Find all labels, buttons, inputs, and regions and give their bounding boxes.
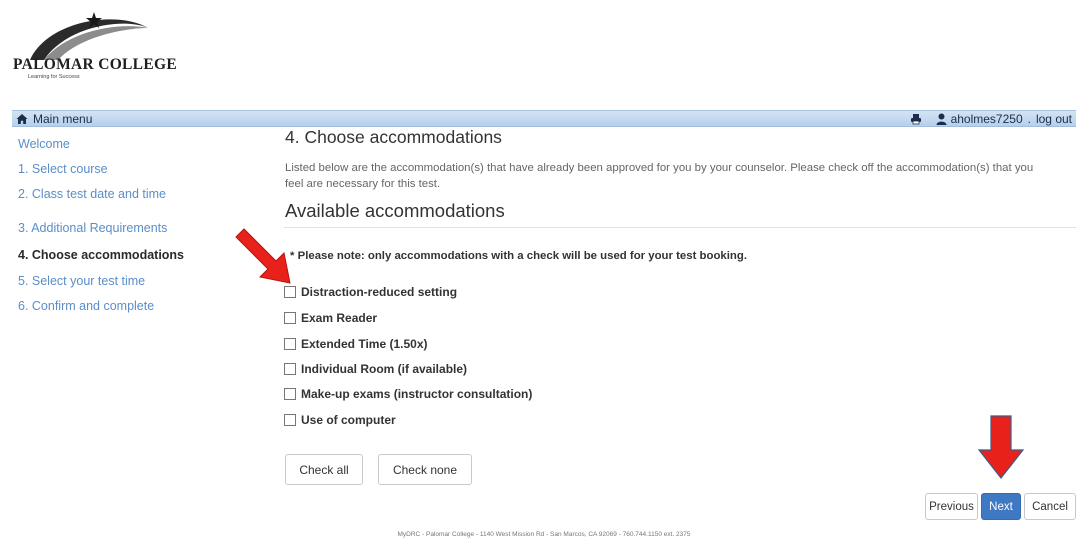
- printer-icon[interactable]: [910, 113, 922, 125]
- sidebar-item-select-test-time[interactable]: 5. Select your test time: [18, 274, 145, 288]
- footer-text: MyDRC - Palomar College - 1140 West Miss…: [397, 531, 691, 538]
- accommodation-label: Make-up exams (instructor consultation): [301, 387, 533, 401]
- accommodation-label: Use of computer: [301, 413, 396, 427]
- accommodation-exam-reader[interactable]: Exam Reader: [284, 311, 377, 325]
- sidebar-item-choose-accommodations[interactable]: 4. Choose accommodations: [18, 248, 184, 262]
- logout-link[interactable]: log out: [1036, 112, 1072, 126]
- footer: MyDRC - Palomar College - 1140 West Miss…: [0, 531, 1076, 538]
- home-icon: [16, 114, 28, 124]
- accommodation-label: Extended Time (1.50x): [301, 337, 428, 351]
- user-icon: [936, 113, 947, 125]
- main-menu-link[interactable]: Main menu: [16, 112, 92, 126]
- sidebar-item-class-test-date[interactable]: 2. Class test date and time: [18, 187, 166, 201]
- checkbox[interactable]: [284, 338, 296, 350]
- logo-tagline: Learning for Success: [28, 74, 80, 80]
- top-navigation-bar: Main menu aholmes7250 . log out: [12, 110, 1076, 127]
- main-menu-label: Main menu: [33, 112, 93, 126]
- accommodation-label: Distraction-reduced setting: [301, 285, 458, 299]
- checkbox[interactable]: [284, 312, 296, 324]
- menu-separator: .: [1027, 112, 1031, 126]
- page-title: 4. Choose accommodations: [285, 127, 502, 147]
- accommodation-use-of-computer[interactable]: Use of computer: [284, 413, 396, 427]
- cancel-button[interactable]: Cancel: [1024, 493, 1076, 520]
- user-menu: aholmes7250 . log out: [910, 112, 1072, 126]
- annotation-arrow-icon: [235, 228, 291, 284]
- checkbox[interactable]: [284, 388, 296, 400]
- accommodation-distraction-reduced[interactable]: Distraction-reduced setting: [284, 285, 457, 299]
- username[interactable]: aholmes7250: [951, 112, 1023, 126]
- section-title: Available accommodations: [285, 200, 505, 221]
- annotation-arrow-icon: [977, 415, 1025, 479]
- accommodation-make-up-exams[interactable]: Make-up exams (instructor consultation): [284, 387, 532, 401]
- accommodation-label: Individual Room (if available): [301, 362, 468, 376]
- check-none-button[interactable]: Check none: [378, 454, 472, 485]
- accommodation-individual-room[interactable]: Individual Room (if available): [284, 362, 467, 376]
- previous-button[interactable]: Previous: [925, 493, 978, 520]
- intro-text: Listed below are the accommodation(s) th…: [285, 162, 1034, 190]
- logo-name: PALOMAR COLLEGE: [13, 56, 177, 73]
- sidebar-item-welcome[interactable]: Welcome: [18, 137, 70, 151]
- palomar-college-logo: PALOMAR COLLEGE Learning for Success: [8, 10, 178, 90]
- section-divider: [284, 227, 1076, 228]
- accommodation-extended-time[interactable]: Extended Time (1.50x): [284, 337, 428, 351]
- sidebar-item-additional-requirements[interactable]: 3. Additional Requirements: [18, 221, 167, 235]
- check-all-button[interactable]: Check all: [285, 454, 363, 485]
- booking-note: * Please note: only accommodations with …: [290, 250, 747, 262]
- sidebar-item-select-course[interactable]: 1. Select course: [18, 162, 108, 176]
- checkbox[interactable]: [284, 363, 296, 375]
- next-button[interactable]: Next: [981, 493, 1021, 520]
- accommodation-label: Exam Reader: [301, 311, 378, 325]
- checkbox[interactable]: [284, 414, 296, 426]
- sidebar-item-confirm-complete[interactable]: 6. Confirm and complete: [18, 299, 154, 313]
